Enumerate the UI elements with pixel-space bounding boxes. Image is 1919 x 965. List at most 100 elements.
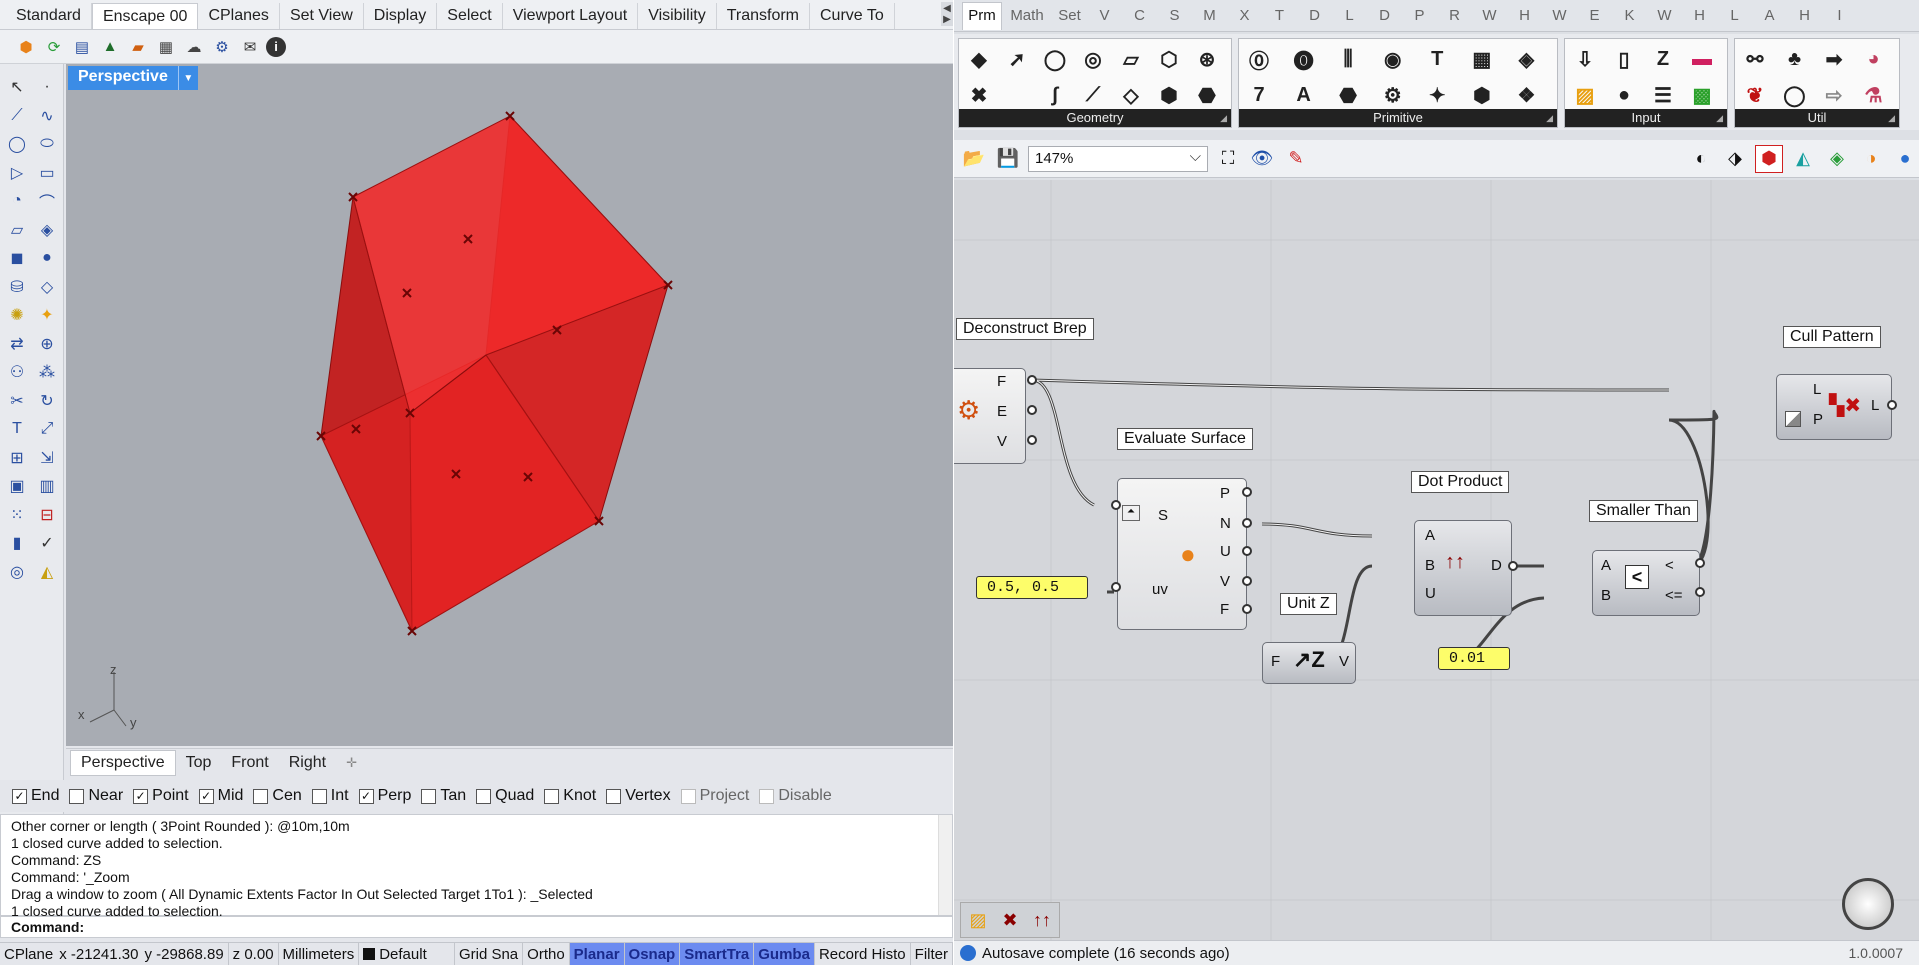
output-d[interactable]: D bbox=[1491, 557, 1502, 574]
input-l[interactable]: L bbox=[1813, 381, 1821, 398]
checkbox-icon[interactable]: ✓ bbox=[358, 788, 374, 804]
polyline-icon[interactable]: ⟋ bbox=[4, 103, 30, 129]
light-icon[interactable]: ✦ bbox=[34, 302, 60, 328]
param-matrix-icon[interactable]: ▦ bbox=[1466, 43, 1498, 75]
gh-tab-vector[interactable]: V bbox=[1087, 7, 1122, 24]
input-slider-icon[interactable]: ▯ bbox=[1608, 43, 1640, 75]
param-data-icon[interactable]: ◈ bbox=[1510, 43, 1542, 75]
util-sphere-icon[interactable]: ◕ bbox=[1858, 43, 1890, 75]
analyze-icon[interactable]: ⊟ bbox=[34, 502, 60, 528]
tab-curve-tools[interactable]: Curve To bbox=[810, 3, 895, 29]
gh-tab-params[interactable]: Prm bbox=[962, 1, 1002, 30]
gh-tab-e[interactable]: E bbox=[1577, 7, 1612, 24]
gh-tab-i[interactable]: I bbox=[1822, 7, 1857, 24]
viewport-tab-perspective[interactable]: Perspective bbox=[70, 749, 176, 776]
osnap-project[interactable]: Project bbox=[680, 787, 749, 805]
checkbox-icon[interactable] bbox=[69, 788, 85, 804]
array-icon[interactable]: ⊞ bbox=[4, 445, 30, 471]
curve-icon[interactable]: ∿ bbox=[34, 103, 60, 129]
output-e[interactable]: E bbox=[997, 403, 1007, 420]
param-file-icon[interactable]: ⚙ bbox=[1377, 79, 1409, 111]
gh-tab-surface[interactable]: S bbox=[1157, 7, 1192, 24]
status-units[interactable]: Millimeters bbox=[279, 943, 360, 965]
osnap-int[interactable]: Int bbox=[311, 787, 349, 805]
output-u[interactable]: U bbox=[1220, 543, 1231, 560]
tab-enscape[interactable]: Enscape 00 bbox=[91, 3, 199, 29]
osnap-disable[interactable]: Disable bbox=[759, 787, 832, 805]
tab-viewport-layout[interactable]: Viewport Layout bbox=[503, 3, 639, 29]
preview-sphere-icon[interactable]: ● bbox=[1891, 145, 1919, 173]
port-dot[interactable] bbox=[1242, 546, 1252, 556]
viewport-tab-top[interactable]: Top bbox=[176, 751, 222, 775]
polygon-icon[interactable]: ▷ bbox=[4, 160, 30, 186]
tab-select[interactable]: Select bbox=[437, 3, 503, 29]
monitor-icon[interactable]: ▤ bbox=[70, 35, 94, 59]
circle-icon[interactable]: ◯ bbox=[4, 131, 30, 157]
param-domain-icon[interactable]: ⫼ bbox=[1332, 43, 1364, 75]
panel-geometry-label[interactable]: Geometry bbox=[959, 109, 1231, 127]
cull-pattern-component[interactable]: L ▚✖ P L bbox=[1776, 374, 1892, 440]
preview-mesh-icon[interactable]: ◈ bbox=[1823, 145, 1851, 173]
point-icon[interactable]: · bbox=[34, 74, 60, 100]
perspective-viewport[interactable]: Perspective ▼ z x y bbox=[66, 64, 953, 746]
input-s[interactable]: S bbox=[1158, 507, 1168, 524]
output-n[interactable]: N bbox=[1220, 515, 1231, 532]
bottom-cull-icon[interactable]: ✖ bbox=[995, 905, 1025, 935]
param-string-icon[interactable]: T bbox=[1421, 43, 1453, 75]
status-record-history[interactable]: Record Histo bbox=[815, 943, 911, 965]
param-field-icon[interactable]: ⊛ bbox=[1191, 43, 1223, 75]
param-number-icon[interactable]: ⓿ bbox=[1288, 43, 1320, 75]
osnap-point[interactable]: ✓ Point bbox=[133, 787, 189, 805]
util-glasses-icon[interactable]: ⚯ bbox=[1739, 43, 1771, 75]
tab-set-view[interactable]: Set View bbox=[280, 3, 364, 29]
output-f[interactable]: F bbox=[1220, 601, 1229, 618]
checkbox-icon[interactable]: ✓ bbox=[12, 788, 27, 804]
param-surface-icon[interactable]: ▱ bbox=[1115, 43, 1147, 75]
checkbox-icon[interactable] bbox=[759, 788, 775, 804]
input-a[interactable]: A bbox=[1601, 557, 1611, 574]
sketch-pen-icon[interactable]: ✎ bbox=[1282, 145, 1310, 173]
command-history[interactable]: Other corner or length ( 3Point Rounded … bbox=[0, 814, 953, 919]
port-dot[interactable] bbox=[1242, 604, 1252, 614]
viewport-title[interactable]: Perspective ▼ bbox=[68, 66, 198, 90]
dot-product-component[interactable]: A B U ↑↑ D bbox=[1414, 520, 1512, 616]
gh-tab-w2[interactable]: W bbox=[1542, 7, 1577, 24]
gh-tab-a[interactable]: A bbox=[1752, 7, 1787, 24]
input-list-icon[interactable]: ☰ bbox=[1647, 79, 1679, 111]
dots-grid-icon[interactable]: ⁙ bbox=[4, 502, 30, 528]
panel-input-label[interactable]: Input bbox=[1565, 109, 1727, 127]
param-arc-icon[interactable]: ◎ bbox=[1077, 43, 1109, 75]
gh-tab-p[interactable]: P bbox=[1402, 7, 1437, 24]
rotate-icon[interactable]: ↻ bbox=[34, 388, 60, 414]
util-cherry-icon[interactable]: ❦ bbox=[1739, 79, 1771, 111]
box-icon[interactable]: ◼ bbox=[4, 245, 30, 271]
grid-icon[interactable]: ▦ bbox=[154, 35, 178, 59]
checkbox-icon[interactable] bbox=[253, 788, 269, 804]
render-icon[interactable]: ▰ bbox=[126, 35, 150, 59]
input-a[interactable]: A bbox=[1425, 527, 1435, 544]
param-colour-icon[interactable]: ⬣ bbox=[1332, 79, 1364, 111]
osnap-quad[interactable]: Quad bbox=[476, 787, 534, 805]
param-brep-icon[interactable]: ⬡ bbox=[1153, 43, 1185, 75]
gh-tab-transform[interactable]: T bbox=[1262, 7, 1297, 24]
osnap-knot[interactable]: Knot bbox=[544, 787, 596, 805]
util-flask-icon[interactable]: ⚗ bbox=[1858, 79, 1890, 111]
status-filter[interactable]: Filter bbox=[911, 943, 953, 965]
tab-scroll-arrows[interactable]: ◀ ▶ bbox=[941, 2, 953, 26]
input-b[interactable]: B bbox=[1601, 587, 1611, 604]
osnap-vertex[interactable]: Vertex bbox=[606, 787, 671, 805]
gh-tab-h3[interactable]: H bbox=[1787, 7, 1822, 24]
param-mesh-icon[interactable]: ⬢ bbox=[1153, 79, 1185, 111]
param-plane-icon[interactable]: ◇ bbox=[1115, 79, 1147, 111]
input-matrix-icon[interactable]: ▩ bbox=[1686, 79, 1718, 111]
checkbox-icon[interactable] bbox=[476, 788, 492, 804]
viewport-dropdown-icon[interactable]: ▼ bbox=[177, 66, 198, 90]
port-dot[interactable] bbox=[1242, 487, 1252, 497]
save-file-icon[interactable]: 💾 bbox=[994, 145, 1022, 173]
layers-icon[interactable]: ◎ bbox=[4, 559, 30, 585]
gh-tab-k[interactable]: K bbox=[1612, 7, 1647, 24]
bars-icon[interactable]: ▥ bbox=[34, 473, 60, 499]
gh-tab-h[interactable]: H bbox=[1507, 7, 1542, 24]
param-shader-icon[interactable]: ⬢ bbox=[1466, 79, 1498, 111]
rectangle-icon[interactable]: ▭ bbox=[34, 160, 60, 186]
